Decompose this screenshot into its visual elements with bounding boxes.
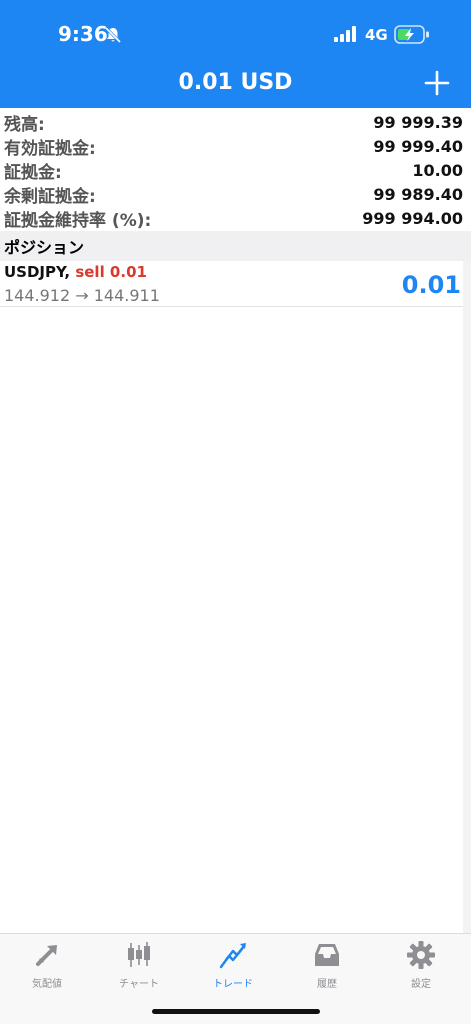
tab-trade[interactable]: トレード — [186, 940, 280, 992]
tab-chart-label: チャート — [119, 979, 159, 990]
home-indicator[interactable] — [152, 1009, 320, 1014]
status-time: 9:36 — [58, 22, 108, 46]
balance-label: 残高: — [4, 114, 45, 135]
tab-quotes[interactable]: 気配値 — [0, 940, 94, 992]
equity-row: 有効証拠金: 99 999.40 — [0, 134, 471, 159]
equity-label: 有効証拠金: — [4, 138, 96, 159]
free-margin-label: 余剰証拠金: — [4, 186, 96, 207]
network-type: 4G — [365, 26, 388, 44]
tab-settings[interactable]: 設定 — [374, 940, 468, 992]
tab-history-label: 履歴 — [317, 979, 337, 990]
margin-level-label: 証拠金維持率 (%): — [4, 210, 152, 231]
page-title: 0.01 USD — [178, 70, 293, 95]
positions-section-header: ポジション — [0, 231, 471, 261]
tab-history[interactable]: 履歴 — [280, 940, 374, 992]
add-order-icon[interactable] — [424, 70, 450, 96]
tab-settings-label: 設定 — [411, 979, 431, 990]
equity-value: 99 999.40 — [373, 136, 463, 156]
position-row[interactable]: USDJPY, sell 0.01 144.912 → 144.911 0.01 — [0, 261, 463, 307]
free-margin-row: 余剰証拠金: 99 989.40 — [0, 182, 471, 207]
position-side: sell 0.01 — [75, 263, 147, 281]
position-title: USDJPY, sell 0.01 — [4, 263, 147, 281]
position-symbol: USDJPY, — [4, 263, 71, 281]
balance-row: 残高: 99 999.39 — [0, 110, 471, 135]
balance-value: 99 999.39 — [373, 112, 463, 132]
tab-quotes-label: 気配値 — [32, 979, 62, 990]
battery-charging-icon — [394, 25, 429, 44]
position-profit: 0.01 — [401, 271, 461, 299]
margin-level-value: 999 994.00 — [362, 208, 463, 228]
scrollbar[interactable] — [463, 261, 471, 933]
gear-icon — [407, 941, 435, 969]
position-prices: 144.912 → 144.911 — [4, 286, 160, 305]
silent-bell-icon — [104, 26, 122, 44]
tab-chart[interactable]: チャート — [92, 940, 186, 992]
top-bar: 9:36 4G 0.01 USD — [0, 0, 471, 108]
margin-level-row: 証拠金維持率 (%): 999 994.00 — [0, 206, 471, 231]
account-summary: 残高: 99 999.39 有効証拠金: 99 999.40 証拠金: 10.0… — [0, 110, 471, 231]
quotes-icon — [36, 945, 57, 966]
free-margin-value: 99 989.40 — [373, 184, 463, 204]
candlestick-chart-icon — [128, 942, 150, 967]
status-bar: 9:36 4G — [0, 0, 471, 64]
trade-icon — [219, 943, 246, 969]
margin-value: 10.00 — [412, 160, 463, 180]
margin-label: 証拠金: — [4, 162, 62, 183]
cellular-signal-icon — [334, 26, 356, 42]
history-inbox-icon — [315, 944, 339, 966]
margin-row: 証拠金: 10.00 — [0, 158, 471, 183]
tab-trade-label: トレード — [213, 979, 253, 990]
